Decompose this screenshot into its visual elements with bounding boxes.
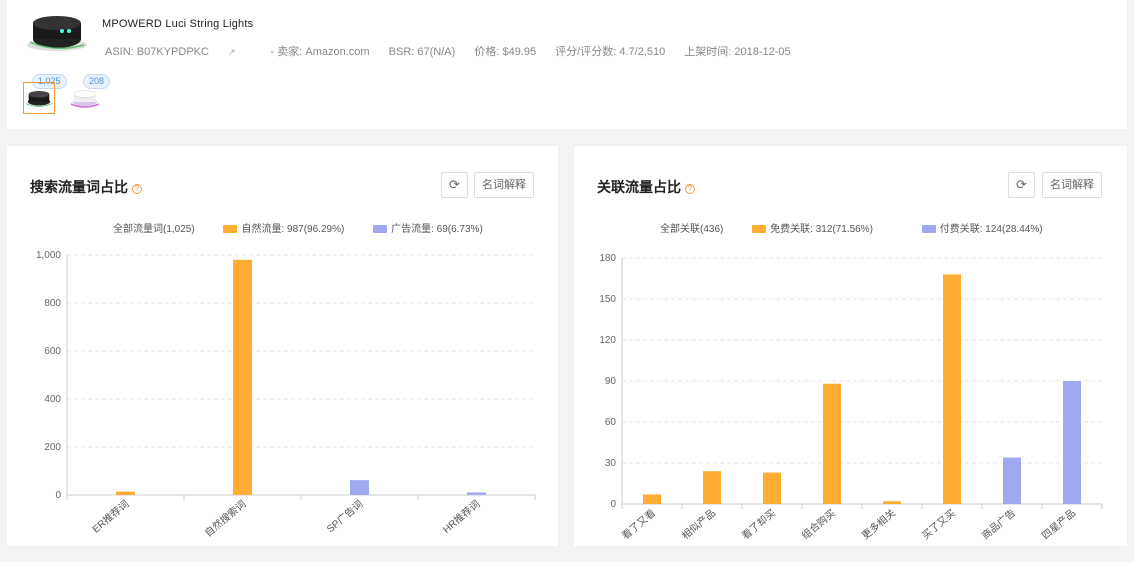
legend-label: 广告流量: 69(6.73%): [391, 224, 483, 235]
y-tick-label: 60: [605, 417, 617, 428]
legend-label: 自然流量: 987(96.29%): [241, 224, 345, 235]
related-traffic-card: 关联流量占比? ⟳ 名词解释 全部关联(436) 免费关联: 312(71.56…: [574, 146, 1127, 546]
x-tick-label: 自然搜索词: [202, 497, 249, 539]
bar[interactable]: [763, 472, 781, 504]
asin-text[interactable]: ASIN: B07KYPDPKC ↗: [105, 46, 251, 58]
bsr-text: BSR: 67(N/A): [388, 46, 456, 58]
product-title[interactable]: MPOWERD Luci String Lights: [102, 18, 253, 30]
x-tick-label: 相似产品: [679, 506, 718, 542]
y-tick-label: 400: [44, 394, 61, 405]
y-tick-label: 30: [605, 458, 617, 469]
chart-legend: 全部关联(436) 免费关联: 312(71.56%) 付费关联: 124(28…: [660, 220, 1069, 235]
product-meta: ASIN: B07KYPDPKC ↗ - 卖家: Amazon.com BSR: …: [105, 43, 807, 59]
refresh-icon: ⟳: [449, 177, 460, 192]
legend-item-total[interactable]: 全部流量词(1,025): [113, 220, 195, 235]
bar[interactable]: [116, 491, 135, 495]
product-thumbnail[interactable]: [24, 9, 90, 53]
glossary-button[interactable]: 名词解释: [474, 172, 534, 198]
x-tick-label: ER推荐词: [89, 497, 131, 535]
legend-item-ad[interactable]: 广告流量: 69(6.73%): [373, 220, 483, 235]
x-tick-label: 看了却买: [739, 506, 778, 542]
legend-swatch: [752, 225, 767, 233]
refresh-icon: ⟳: [1016, 177, 1027, 192]
seller-text: - 卖家: Amazon.com: [270, 46, 370, 58]
legend-swatch: [223, 225, 238, 233]
legend-item-organic[interactable]: 自然流量: 987(96.29%): [223, 220, 344, 235]
variant-thumbnail-2[interactable]: [69, 82, 101, 114]
refresh-button[interactable]: ⟳: [1008, 172, 1035, 198]
card-title: 关联流量占比?: [597, 177, 695, 197]
bar[interactable]: [943, 274, 961, 504]
card-title: 搜索流量词占比?: [30, 177, 142, 197]
rating-text: 评分/评分数: 4.7/2,510: [555, 46, 666, 58]
x-tick-label: 四星产品: [1039, 506, 1078, 542]
help-icon[interactable]: ?: [685, 184, 695, 194]
y-tick-label: 180: [599, 253, 616, 264]
variant-thumbnail-1[interactable]: [23, 82, 55, 114]
x-tick-label: 买了又买: [920, 507, 958, 542]
y-tick-label: 90: [605, 376, 617, 387]
related-traffic-chart: 0 30 60 90 120 150 180 看了又看 相似产品 看了却买 组合购买 更多相关 买了又买…: [599, 253, 1103, 542]
x-tick-label: HR推荐词: [440, 497, 482, 536]
y-tick-label: 1,000: [36, 250, 61, 261]
bar[interactable]: [1063, 381, 1081, 504]
y-tick-label: 0: [610, 499, 616, 510]
legend-item-free[interactable]: 免费关联: 312(71.56%): [752, 220, 873, 235]
legend-label: 付费关联: 124(28.44%): [939, 224, 1043, 235]
x-tick-label: 组合购买: [799, 506, 838, 542]
legend-item-paid[interactable]: 付费关联: 124(28.44%): [921, 220, 1043, 235]
y-tick-label: 0: [55, 490, 61, 501]
help-icon[interactable]: ?: [132, 184, 142, 194]
bar[interactable]: [643, 494, 661, 504]
chart-legend: 全部流量词(1,025) 自然流量: 987(96.29%) 广告流量: 69(…: [113, 220, 509, 235]
bar[interactable]: [467, 492, 486, 495]
x-tick-label: 更多相关: [859, 506, 898, 542]
search-traffic-card: 搜索流量词占比? ⟳ 名词解释 全部流量词(1,025) 自然流量: 987(9…: [7, 146, 558, 546]
card-title-text: 关联流量占比: [597, 179, 681, 195]
x-tick-label: 看了又看: [619, 506, 658, 542]
legend-swatch: [921, 225, 936, 233]
product-header: MPOWERD Luci String Lights ASIN: B07KYPD…: [7, 0, 1127, 129]
asin-value: ASIN: B07KYPDPKC: [105, 46, 209, 58]
external-link-icon[interactable]: ↗: [228, 47, 236, 58]
launch-date-text: 上架时间: 2018-12-05: [684, 46, 791, 58]
legend-label: 免费关联: 312(71.56%): [770, 224, 873, 235]
bar[interactable]: [823, 383, 841, 504]
y-tick-label: 150: [599, 294, 616, 305]
bar[interactable]: [703, 471, 721, 504]
x-tick-label: 商品广告: [979, 506, 1018, 542]
y-tick-label: 200: [44, 442, 61, 453]
card-title-text: 搜索流量词占比: [30, 179, 128, 195]
bar[interactable]: [1003, 457, 1021, 504]
x-tick-label: SP广告词: [324, 497, 366, 535]
legend-swatch: [373, 225, 388, 233]
bar[interactable]: [233, 259, 252, 495]
bar[interactable]: [883, 501, 901, 504]
glossary-button[interactable]: 名词解释: [1042, 172, 1102, 198]
legend-item-total[interactable]: 全部关联(436): [660, 220, 723, 235]
refresh-button[interactable]: ⟳: [441, 172, 468, 198]
price-text: 价格: $49.95: [474, 46, 537, 58]
bar[interactable]: [350, 480, 369, 495]
search-traffic-chart: 0 200 400 600 800 1,000 ER推荐词 自然搜索词 SP广告词 HR推荐词: [36, 250, 536, 539]
y-tick-label: 600: [44, 346, 61, 357]
y-tick-label: 120: [599, 335, 616, 346]
y-tick-label: 800: [44, 298, 61, 309]
